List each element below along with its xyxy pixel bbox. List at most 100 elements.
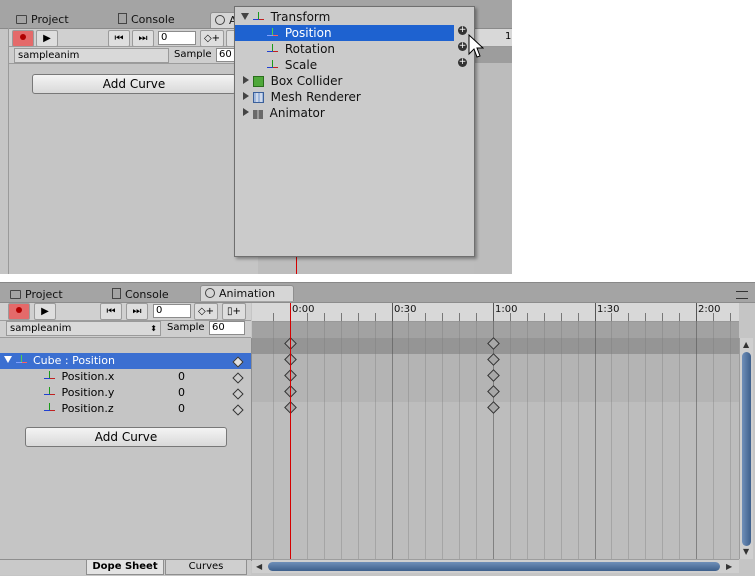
dopesheet-timeline[interactable]: 0:00 0:30 1:00 1:30 2:00	[252, 303, 739, 559]
ruler-minor-tick	[611, 313, 612, 321]
prev-keyframe-button[interactable]: ⏮	[108, 30, 130, 47]
timeline-minor-gridline	[561, 321, 562, 559]
scroll-up-arrow-icon[interactable]: ▲	[743, 340, 749, 349]
ruler-minor-tick	[273, 313, 274, 321]
add-position-plus-icon[interactable]: +	[458, 26, 467, 35]
scroll-left-arrow-icon[interactable]: ◀	[256, 562, 262, 571]
transform-axis-icon	[267, 28, 278, 39]
property-group-cube-position[interactable]: Cube : Position	[0, 353, 251, 369]
ruler-minor-tick	[476, 313, 477, 321]
property-value-z[interactable]: 0	[178, 401, 185, 417]
record-dot-icon	[16, 307, 22, 313]
ruler-tick-label: 2:00	[698, 304, 721, 315]
keyframe-toggle-icon[interactable]	[232, 356, 244, 368]
transform-axis-icon	[44, 371, 55, 382]
next-keyframe-button[interactable]: ⏭	[126, 303, 148, 320]
ruler-minor-tick	[679, 313, 680, 321]
keyframe-diamond[interactable]	[487, 401, 500, 414]
timeline-minor-gridline	[476, 321, 477, 559]
prev-keyframe-button[interactable]: ⏮	[100, 303, 122, 320]
frame-field[interactable]: 0	[153, 304, 191, 318]
horizontal-scroll-thumb[interactable]	[268, 562, 720, 571]
timeline-major-gridline	[392, 321, 393, 559]
sample-field[interactable]: 60	[209, 321, 245, 335]
ruler-minor-tick	[307, 313, 308, 321]
transform-axis-icon	[267, 44, 278, 55]
ruler-minor-tick	[645, 313, 646, 321]
timeline-minor-gridline	[679, 321, 680, 559]
add-keyframe-button[interactable]: ◇+	[200, 30, 224, 47]
frame-field[interactable]: 0	[158, 31, 196, 45]
ruler-minor-tick	[713, 313, 714, 321]
mouse-cursor-icon	[468, 34, 484, 58]
tab-project[interactable]: Project	[6, 287, 69, 302]
popup-item-box-collider[interactable]: Box Collider	[235, 73, 474, 89]
playhead[interactable]	[290, 303, 291, 559]
ruler-tick-label: 0:00	[292, 304, 315, 315]
sample-label: Sample	[174, 49, 212, 60]
ruler-minor-tick	[324, 313, 325, 321]
add-keyframe-icon: ◇+	[197, 306, 215, 317]
window-menu-icon[interactable]	[736, 291, 748, 299]
property-row-position-z[interactable]: Position.z 0	[0, 401, 251, 417]
clip-select[interactable]: sampleanim	[14, 48, 169, 63]
tab-console[interactable]: Console	[108, 287, 175, 302]
record-button[interactable]	[12, 30, 34, 47]
timeline-minor-gridline	[645, 321, 646, 559]
play-button[interactable]: ▶	[36, 30, 58, 47]
tab-curves[interactable]: Curves	[165, 560, 247, 575]
animator-icon	[252, 110, 263, 119]
add-rotation-plus-icon[interactable]: +	[458, 42, 467, 51]
tab-animation[interactable]: Animation	[200, 285, 294, 301]
popup-item-position[interactable]: Position	[235, 25, 454, 41]
next-keyframe-button[interactable]: ⏭	[132, 30, 154, 47]
timeline-major-gridline	[595, 321, 596, 559]
property-value-y[interactable]: 0	[178, 385, 185, 401]
folder-icon	[16, 15, 27, 24]
popup-item-transform[interactable]: Transform	[235, 9, 474, 25]
scroll-right-arrow-icon[interactable]: ▶	[726, 562, 732, 571]
popup-item-scale[interactable]: Scale	[235, 57, 474, 73]
ruler-minor-tick	[510, 313, 511, 321]
collapse-triangle-icon	[243, 92, 249, 100]
play-icon: ▶	[41, 306, 49, 317]
property-value-x[interactable]: 0	[178, 369, 185, 385]
scroll-down-arrow-icon[interactable]: ▼	[743, 547, 749, 556]
play-button[interactable]: ▶	[34, 303, 56, 320]
tab-console[interactable]: Console	[114, 12, 181, 27]
record-button[interactable]	[8, 303, 30, 320]
horizontal-scrollbar[interactable]: ◀ ▶	[252, 559, 739, 573]
timeline-minor-gridline	[459, 321, 460, 559]
ruler-major-tick	[595, 303, 596, 321]
top-ruler-label: 1	[505, 31, 512, 42]
add-curve-button[interactable]: Add Curve	[25, 427, 227, 447]
console-icon	[112, 288, 121, 299]
popup-item-animator[interactable]: Animator	[235, 105, 474, 121]
property-row-position-x[interactable]: Position.x 0	[0, 369, 251, 385]
property-row-position-y[interactable]: Position.y 0	[0, 385, 251, 401]
keyframe-toggle-icon[interactable]	[232, 388, 244, 400]
popup-item-rotation[interactable]: Rotation	[235, 41, 474, 57]
timeline-minor-gridline	[578, 321, 579, 559]
keyframe-toggle-icon[interactable]	[232, 404, 244, 416]
tab-project[interactable]: Project	[12, 12, 75, 27]
popup-item-mesh-renderer[interactable]: Mesh Renderer	[235, 89, 474, 105]
add-event-button[interactable]: ▯+	[222, 303, 246, 320]
time-ruler[interactable]: 0:00 0:30 1:00 1:30 2:00	[252, 303, 739, 322]
ruler-minor-tick	[578, 313, 579, 321]
ruler-minor-tick	[459, 313, 460, 321]
summary-row	[252, 322, 739, 338]
add-keyframe-button[interactable]: ◇+	[194, 303, 218, 320]
clip-select[interactable]: sampleanim ⬍	[6, 321, 161, 336]
add-curve-button[interactable]: Add Curve	[32, 74, 236, 94]
collapse-triangle-icon	[243, 76, 249, 84]
keyframe-toggle-icon[interactable]	[232, 372, 244, 384]
ruler-minor-tick	[544, 313, 545, 321]
add-scale-plus-icon[interactable]: +	[458, 58, 467, 67]
vertical-scrollbar[interactable]: ▲ ▼	[739, 338, 753, 559]
clock-icon	[205, 288, 215, 298]
vertical-scroll-thumb[interactable]	[742, 352, 751, 546]
tab-dope-sheet[interactable]: Dope Sheet	[86, 560, 164, 575]
top-left-divider	[8, 28, 9, 274]
ruler-major-tick	[493, 303, 494, 321]
